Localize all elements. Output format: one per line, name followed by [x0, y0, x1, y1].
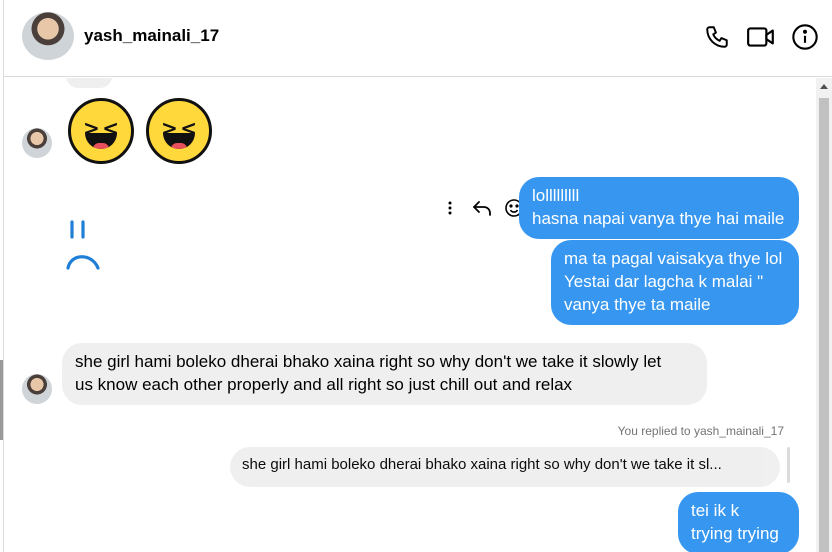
quoted-message[interactable]: she girl hami boleko dherai bhako xaina … [230, 447, 780, 487]
outgoing-message[interactable]: tei ik k trying trying [678, 492, 799, 552]
chat-header: yash_mainali_17 [4, 0, 832, 77]
contact-username[interactable]: yash_mainali_17 [84, 26, 219, 46]
more-options-icon[interactable] [438, 196, 462, 220]
reply-indicator [787, 447, 790, 483]
scrollbar-thumb[interactable] [819, 98, 829, 552]
sidebar-edge [0, 360, 3, 440]
reply-note: You replied to yash_mainali_17 [617, 424, 784, 438]
message-line: lolllllllll [532, 186, 580, 205]
reply-icon[interactable] [470, 196, 494, 220]
thread-scrollbar[interactable] [816, 78, 832, 552]
message-line: trying trying [691, 524, 779, 543]
message-line: tei ik k [691, 501, 740, 520]
message-line: Yestai dar lagcha k malai " [564, 272, 764, 291]
sad-face-doodle-icon[interactable] [66, 218, 106, 277]
outgoing-message[interactable]: ma ta pagal vaisakya thye lol Yestai dar… [551, 240, 799, 325]
laughing-emoji-icon: > < [146, 98, 212, 164]
message-line: vanya thye ta maile [564, 295, 711, 314]
laughing-emoji-icon: > < [68, 98, 134, 164]
sender-avatar[interactable] [22, 128, 52, 158]
message-line: hasna napai vanya thye hai maile [532, 209, 785, 228]
message-line: us know each other properly and all righ… [75, 375, 573, 394]
previous-message-bubble [66, 78, 112, 88]
contact-avatar[interactable] [22, 12, 74, 60]
video-call-icon[interactable] [746, 22, 776, 52]
scroll-up-arrow-icon[interactable] [820, 84, 828, 89]
message-line: she girl hami boleko dherai bhako xaina … [75, 352, 662, 371]
quoted-text: she girl hami boleko dherai bhako xaina … [242, 456, 722, 473]
message-thread: > < > < lolllllllll hasna napai vanya thye … [4, 78, 816, 552]
message-line: ma ta pagal vaisakya thye lol [564, 249, 783, 268]
outgoing-message[interactable]: lolllllllll hasna napai vanya thye hai m… [519, 177, 799, 239]
info-icon[interactable] [790, 22, 820, 52]
incoming-message[interactable]: she girl hami boleko dherai bhako xaina … [62, 343, 707, 405]
sender-avatar[interactable] [22, 374, 52, 404]
emoji-message[interactable]: > < > < [68, 98, 224, 164]
message-actions [438, 196, 526, 220]
phone-icon[interactable] [702, 22, 732, 52]
